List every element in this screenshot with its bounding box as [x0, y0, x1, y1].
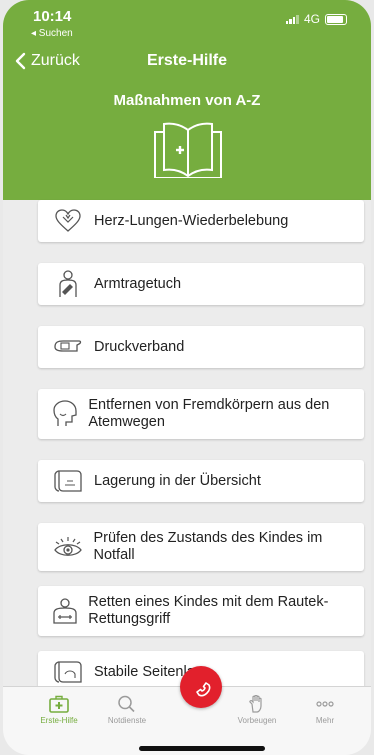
page-title: Erste-Hilfe [146, 52, 228, 69]
section-subtitle: Maßnahmen von A-Z [113, 92, 261, 109]
tab-label: Vorbeugen [237, 716, 277, 725]
hand-icon [249, 695, 262, 713]
heart-hands-icon [48, 209, 88, 233]
list-item[interactable]: Druckverband [38, 326, 364, 368]
tab-erste-hilfe[interactable]: Erste-Hilfe [27, 695, 91, 725]
recovery-position-icon [48, 660, 88, 684]
head-airway-icon [48, 400, 82, 428]
home-indicator [139, 746, 265, 751]
list-item[interactable]: Retten eines Kindes mit dem Rautek-Rettu… [38, 586, 364, 636]
tab-notdienste[interactable]: Notdienste [95, 695, 159, 725]
back-to-app-link[interactable]: ◂ Suchen [31, 28, 73, 39]
status-bar: 10:14 ◂ Suchen 4G [3, 0, 371, 44]
status-indicators: 4G [285, 12, 347, 26]
eye-icon [48, 535, 87, 559]
header-area: 10:14 ◂ Suchen 4G Zurück Erste-Hilfe Maß… [3, 0, 371, 200]
tab-vorbeugen[interactable]: Vorbeugen [225, 695, 289, 725]
list-item[interactable]: Herz-Lungen-Wiederbelebung [38, 200, 364, 242]
status-time: 10:14 [33, 8, 72, 25]
list-item[interactable]: Prüfen des Zustands des Kindes im Notfal… [38, 523, 364, 571]
item-label: Retten eines Kindes mit dem Rautek-Rettu… [88, 594, 329, 627]
item-label: Armtragetuch [94, 275, 182, 292]
tab-label: Erste-Hilfe [40, 716, 78, 725]
emergency-call-button[interactable] [180, 666, 222, 708]
list-item[interactable]: Entfernen von Fremdkörpern aus den Atemw… [38, 389, 364, 439]
search-icon [118, 695, 135, 713]
list-item[interactable]: Lagerung in der Übersicht [38, 460, 364, 502]
item-label: Herz-Lungen-Wiederbelebung [94, 212, 289, 229]
tab-mehr[interactable]: Mehr [293, 695, 357, 725]
network-label: 4G [303, 12, 320, 26]
navigation-bar: Zurück Erste-Hilfe [3, 44, 371, 84]
rescue-grip-icon [48, 597, 82, 625]
first-aid-book-icon [154, 122, 222, 178]
arm-sling-icon [48, 270, 88, 298]
item-label: Prüfen des Zustands des Kindes im Notfal… [93, 530, 323, 563]
phone-icon [196, 682, 211, 697]
section-header: Maßnahmen von A-Z [3, 84, 371, 200]
app-screen: 10:14 ◂ Suchen 4G Zurück Erste-Hilfe Maß… [3, 0, 371, 755]
tab-label: Notdienste [107, 716, 147, 725]
more-icon [316, 701, 334, 707]
signal-icon [285, 14, 299, 24]
item-label: Entfernen von Fremdkörpern aus den Atemw… [88, 397, 330, 430]
item-label: Lagerung in der Übersicht [94, 472, 261, 489]
list-item[interactable]: Armtragetuch [38, 263, 364, 305]
first-aid-kit-icon [49, 695, 69, 713]
bandage-icon [48, 337, 88, 357]
item-label: Druckverband [94, 338, 185, 355]
positioning-icon [48, 469, 88, 493]
battery-icon [325, 13, 347, 25]
tab-label: Mehr [315, 716, 335, 725]
